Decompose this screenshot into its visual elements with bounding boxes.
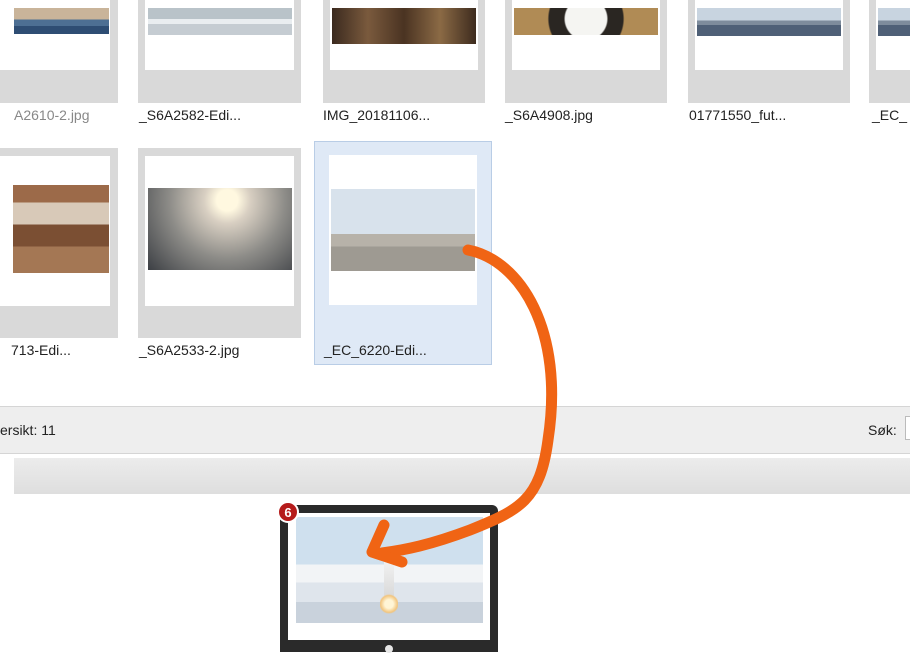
thumbnail-tile[interactable]: _S6A4908.jpg: [505, 0, 670, 130]
file-name: _S6A2582-Edi...: [139, 107, 241, 123]
thumbnail-tile[interactable]: IMG_20181106...: [323, 0, 488, 130]
file-name: 713-Edi...: [11, 342, 71, 358]
launch-flame: [380, 593, 398, 615]
file-name: IMG_20181106...: [323, 107, 431, 123]
thumbnail-image: [697, 8, 841, 36]
thumbnail-image: [13, 185, 109, 273]
file-name: _EC_: [872, 107, 908, 123]
thumbnail-image: [148, 8, 292, 35]
file-name: _S6A4908.jpg: [505, 107, 593, 123]
thumbnail-image: [878, 8, 910, 36]
thumbnail-image: [514, 8, 658, 35]
thumbnail-image: [332, 8, 476, 44]
file-name: _S6A2533-2.jpg: [139, 342, 240, 358]
thumbnail-tile[interactable]: _S6A2533-2.jpg: [138, 148, 303, 368]
notification-badge: 6: [277, 501, 299, 523]
thumbnail-tile[interactable]: _EC_: [869, 0, 910, 130]
file-name: _EC_6220-Edi...: [324, 342, 427, 358]
rocket-shape: [384, 557, 394, 597]
thumbnail-tile-selected[interactable]: _EC_6220-Edi...: [314, 141, 494, 367]
thumbnail-image: [14, 8, 109, 34]
item-count: ersikt: 11: [0, 422, 56, 438]
search-label: Søk:: [868, 422, 897, 438]
thumbnail-image: [331, 189, 475, 271]
thumbnail-tile[interactable]: A2610-2.jpg: [0, 0, 125, 130]
search-input[interactable]: [905, 416, 910, 440]
toolbar: [14, 458, 910, 494]
thumbnail-tile[interactable]: 01771550_fut...: [688, 0, 853, 130]
file-name: A2610-2.jpg: [14, 107, 90, 123]
file-name: 01771550_fut...: [689, 107, 787, 123]
status-bar: ersikt: 11 Søk:: [0, 406, 910, 454]
display-screen[interactable]: [280, 505, 498, 653]
thumbnail-tile[interactable]: _S6A2582-Edi...: [138, 0, 303, 130]
thumbnail-image: [148, 188, 292, 270]
thumbnail-tile[interactable]: 713-Edi...: [0, 148, 125, 368]
